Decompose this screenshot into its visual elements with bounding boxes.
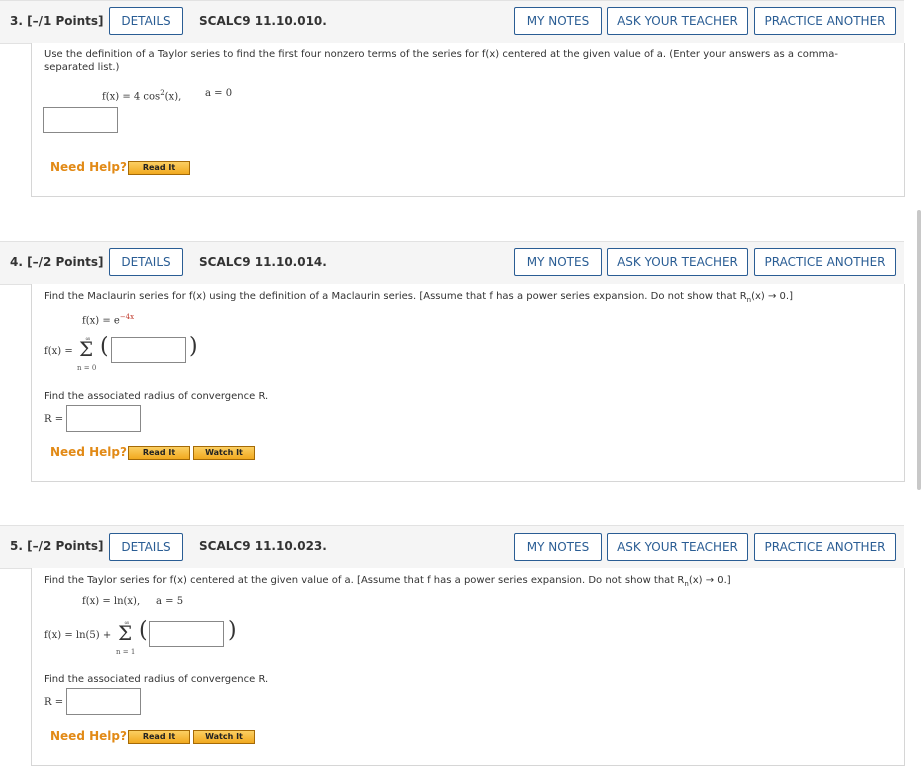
right-paren: ): [189, 334, 198, 359]
practice-another-button[interactable]: PRACTICE ANOTHER: [754, 533, 896, 561]
center-value: a = 5: [156, 596, 184, 607]
watch-it-button[interactable]: Watch It: [193, 446, 255, 460]
left-paren: (: [139, 618, 148, 643]
instructions-text: Find the Taylor series for f(x) centered…: [44, 575, 685, 586]
function-text: f(x) = e: [82, 315, 120, 327]
question-5-header: 5. [–/2 Points] DETAILS SCALC9 11.10.023…: [0, 525, 904, 569]
question-code: SCALC9 11.10.014.: [199, 255, 327, 269]
sigma-icon: Σ: [118, 621, 133, 645]
radius-input[interactable]: [66, 405, 141, 432]
question-number: 5. [–/2 Points]: [10, 539, 104, 553]
question-code: SCALC9 11.10.023.: [199, 539, 327, 553]
radius-label: R =: [44, 414, 64, 425]
ask-your-teacher-button[interactable]: ASK YOUR TEACHER: [607, 7, 748, 35]
need-help-label: Need Help?: [50, 729, 127, 743]
read-it-button[interactable]: Read It: [128, 446, 190, 460]
question-number: 3. [–/1 Points]: [10, 14, 104, 28]
radius-prompt: Find the associated radius of convergenc…: [44, 391, 269, 402]
details-button[interactable]: DETAILS: [109, 248, 183, 276]
question-instructions: Use the definition of a Taylor series to…: [44, 49, 839, 73]
question-5-body: Find the Taylor series for f(x) centered…: [31, 568, 905, 766]
read-it-button[interactable]: Read It: [128, 161, 190, 175]
function-exponent: −4x: [119, 313, 135, 321]
my-notes-button[interactable]: MY NOTES: [514, 7, 602, 35]
page-scrollbar[interactable]: [917, 210, 921, 490]
my-notes-button[interactable]: MY NOTES: [514, 533, 602, 561]
ask-your-teacher-button[interactable]: ASK YOUR TEACHER: [607, 533, 748, 561]
need-help-label: Need Help?: [50, 160, 127, 174]
function-definition: f(x) = 4 cos2(x),: [102, 87, 181, 103]
radius-label: R =: [44, 697, 64, 708]
function-text: f(x) = 4 cos: [102, 91, 161, 103]
radius-prompt: Find the associated radius of convergenc…: [44, 674, 269, 685]
ask-your-teacher-button[interactable]: ASK YOUR TEACHER: [607, 248, 748, 276]
series-lhs: f(x) = ln(5) +: [44, 630, 112, 641]
question-3-header: 3. [–/1 Points] DETAILS SCALC9 11.10.010…: [0, 0, 904, 44]
question-code: SCALC9 11.10.010.: [199, 14, 327, 28]
read-it-button[interactable]: Read It: [128, 730, 190, 744]
instructions-text-end: (x) → 0.]: [688, 575, 731, 586]
sigma-icon: Σ: [79, 337, 94, 361]
instructions-text-end: (x) → 0.]: [751, 291, 793, 302]
center-value: a = 0: [205, 88, 233, 99]
practice-another-button[interactable]: PRACTICE ANOTHER: [754, 7, 896, 35]
sum-lower-limit: n = 0: [77, 364, 97, 372]
function-definition: f(x) = e−4x: [82, 311, 134, 327]
right-paren: ): [228, 618, 237, 643]
details-button[interactable]: DETAILS: [109, 533, 183, 561]
my-notes-button[interactable]: MY NOTES: [514, 248, 602, 276]
radius-input[interactable]: [66, 688, 141, 715]
question-3-body: Use the definition of a Taylor series to…: [31, 43, 905, 197]
question-4-header: 4. [–/2 Points] DETAILS SCALC9 11.10.014…: [0, 241, 904, 285]
left-paren: (: [100, 334, 109, 359]
question-instructions: Find the Maclaurin series for f(x) using…: [44, 290, 894, 307]
question-number: 4. [–/2 Points]: [10, 255, 104, 269]
answer-input[interactable]: [43, 107, 118, 133]
function-text-end: (x),: [164, 91, 182, 103]
question-4-body: Find the Maclaurin series for f(x) using…: [31, 284, 905, 482]
practice-another-button[interactable]: PRACTICE ANOTHER: [754, 248, 896, 276]
series-term-input[interactable]: [149, 621, 224, 647]
need-help-label: Need Help?: [50, 445, 127, 459]
series-term-input[interactable]: [111, 337, 186, 363]
instructions-text: Find the Maclaurin series for f(x) using…: [44, 291, 747, 302]
question-instructions: Find the Taylor series for f(x) centered…: [44, 574, 894, 591]
function-definition: f(x) = ln(x),: [82, 596, 141, 607]
series-lhs: f(x) =: [44, 346, 73, 357]
details-button[interactable]: DETAILS: [109, 7, 183, 35]
sum-lower-limit: n = 1: [116, 648, 136, 656]
watch-it-button[interactable]: Watch It: [193, 730, 255, 744]
